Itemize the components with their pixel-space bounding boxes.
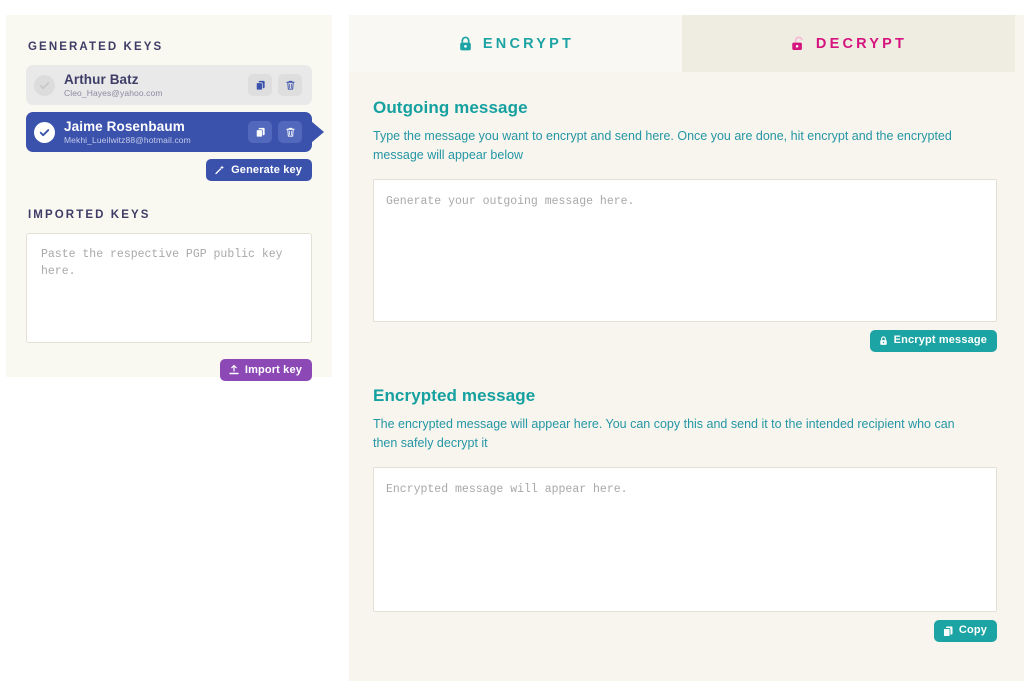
copy-encrypted-button[interactable]: Copy — [933, 619, 997, 642]
outgoing-message-block: Outgoing message Type the message you wa… — [373, 98, 997, 352]
encrypt-message-button[interactable]: Encrypt message — [869, 329, 997, 352]
imported-keys-input[interactable] — [26, 233, 312, 343]
copy-key-button[interactable] — [248, 74, 272, 96]
tab-bar: ENCRYPT DECRYPT — [349, 15, 1024, 72]
key-identity: Jaime Rosenbaum Mekhi_Lueilwitz88@hotmai… — [64, 120, 248, 144]
delete-key-button[interactable] — [278, 74, 302, 96]
key-name: Jaime Rosenbaum — [64, 119, 185, 134]
import-key-row: Import key — [26, 359, 312, 381]
copy-encrypted-label: Copy — [958, 624, 987, 636]
key-email: Cleo_Hayes@yahoo.com — [64, 87, 163, 98]
generate-key-label: Generate key — [231, 163, 302, 176]
import-key-button[interactable]: Import key — [219, 359, 312, 381]
lock-icon — [879, 336, 887, 345]
key-list-item-jaime-rosenbaum[interactable]: Jaime Rosenbaum Mekhi_Lueilwitz88@hotmai… — [26, 112, 312, 152]
outgoing-message-title: Outgoing message — [373, 98, 528, 117]
panel-content: Outgoing message Type the message you wa… — [349, 72, 1024, 642]
open-padlock-icon — [792, 36, 803, 50]
check-circle-icon — [34, 121, 55, 143]
encrypted-message-title: Encrypted message — [373, 385, 536, 405]
generate-key-row: Generate key — [26, 159, 312, 181]
generate-key-button[interactable]: Generate key — [206, 159, 312, 181]
tab-encrypt-label: ENCRYPT — [482, 35, 575, 52]
encrypt-action-row: Encrypt message — [373, 329, 997, 352]
copy-icon — [942, 626, 953, 637]
key-row-actions — [248, 121, 302, 143]
encrypted-message-block: Encrypted message The encrypted message … — [373, 386, 997, 642]
outgoing-message-input[interactable] — [373, 178, 997, 322]
closed-padlock-icon — [460, 36, 471, 50]
tab-decrypt-label: DECRYPT — [815, 35, 908, 52]
imported-keys-heading: IMPORTED KEYS — [28, 209, 151, 221]
key-row-actions — [248, 74, 302, 96]
import-key-label: Import key — [244, 363, 302, 376]
copy-icon — [255, 127, 265, 138]
magic-wand-icon — [215, 165, 225, 175]
delete-key-button[interactable] — [278, 121, 302, 143]
keys-panel: GENERATED KEYS Arthur Batz Cleo_Hayes@ya… — [6, 15, 332, 381]
trash-icon — [285, 127, 295, 137]
generated-keys-heading: GENERATED KEYS — [28, 41, 164, 53]
key-list-item-arthur-batz[interactable]: Arthur Batz Cleo_Hayes@yahoo.com — [26, 65, 312, 105]
copy-key-button[interactable] — [248, 121, 272, 143]
encrypted-message-output[interactable] — [373, 466, 997, 612]
copy-icon — [255, 80, 265, 91]
key-name: Arthur Batz — [64, 72, 139, 87]
key-email: Mekhi_Lueilwitz88@hotmail.com — [64, 134, 191, 145]
copy-action-row: Copy — [373, 619, 997, 642]
encrypt-message-label: Encrypt message — [893, 334, 987, 347]
main-panel: ENCRYPT DECRYPT Outgoing message Type th… — [349, 15, 1024, 681]
trash-icon — [285, 80, 295, 90]
encrypted-message-description: The encrypted message will appear here. … — [373, 416, 955, 451]
tab-encrypt[interactable]: ENCRYPT — [349, 15, 682, 72]
key-identity: Arthur Batz Cleo_Hayes@yahoo.com — [64, 73, 248, 97]
check-circle-icon — [34, 74, 55, 96]
upload-icon — [229, 364, 239, 375]
tab-decrypt[interactable]: DECRYPT — [682, 15, 1015, 72]
outgoing-message-description: Type the message you want to encrypt and… — [373, 129, 952, 163]
